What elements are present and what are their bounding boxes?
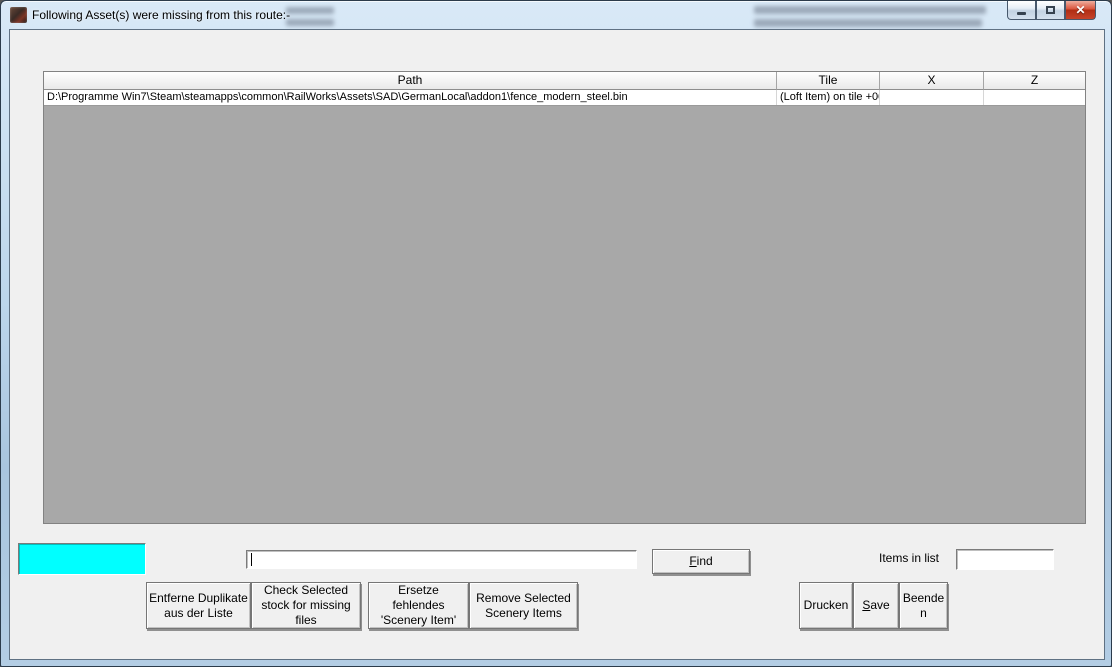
text-caret [251, 553, 252, 566]
app-icon [10, 7, 27, 23]
search-input[interactable] [246, 550, 637, 569]
find-mnemonic: F [689, 554, 697, 568]
maximize-button[interactable] [1036, 1, 1065, 20]
replace-scenery-button[interactable]: Ersetze fehlendes 'Scenery Item' [368, 582, 469, 629]
column-header-tile[interactable]: Tile [777, 72, 880, 90]
missing-assets-list: Path Tile X Z D:\Programme Win7\Steam\st… [43, 71, 1086, 524]
titlebar[interactable]: Following Asset(s) were missing from thi… [1, 1, 1111, 29]
glass-smudge [286, 19, 334, 26]
close-icon: ✕ [1075, 3, 1086, 17]
quit-button[interactable]: Beenden [899, 582, 948, 629]
remove-duplicates-button[interactable]: Entferne Duplikate aus der Liste [146, 582, 251, 629]
glass-smudge [286, 7, 334, 14]
column-header-x[interactable]: X [880, 72, 984, 90]
check-selected-button[interactable]: Check Selected stock for missing files [251, 582, 361, 629]
items-in-list-input[interactable] [956, 549, 1054, 570]
glass-smudge [754, 19, 982, 27]
minimize-icon [1017, 11, 1026, 15]
minimize-button[interactable] [1007, 1, 1036, 20]
cell-z [984, 90, 1085, 105]
client-area: Path Tile X Z D:\Programme Win7\Steam\st… [9, 29, 1105, 660]
save-button[interactable]: Save [853, 582, 899, 629]
cell-path: D:\Programme Win7\Steam\steamapps\common… [44, 90, 777, 105]
window-title: Following Asset(s) were missing from thi… [32, 8, 291, 22]
cell-tile: (Loft Item) on tile +000 [777, 90, 880, 105]
find-button[interactable]: Find [652, 549, 750, 574]
cell-x [880, 90, 984, 105]
app-window: Following Asset(s) were missing from thi… [0, 0, 1112, 667]
column-header-z[interactable]: Z [984, 72, 1085, 90]
close-button[interactable]: ✕ [1065, 1, 1096, 20]
maximize-icon [1046, 6, 1055, 14]
print-button[interactable]: Drucken [799, 582, 853, 629]
remove-selected-button[interactable]: Remove Selected Scenery Items [469, 582, 578, 629]
items-in-list-label: Items in list [879, 551, 940, 565]
column-header-path[interactable]: Path [44, 72, 777, 90]
table-row[interactable]: D:\Programme Win7\Steam\steamapps\common… [44, 90, 1085, 106]
status-indicator-box [18, 543, 146, 575]
glass-smudge [754, 6, 986, 14]
caption-buttons: ✕ [1007, 1, 1096, 20]
list-header: Path Tile X Z [44, 72, 1085, 90]
